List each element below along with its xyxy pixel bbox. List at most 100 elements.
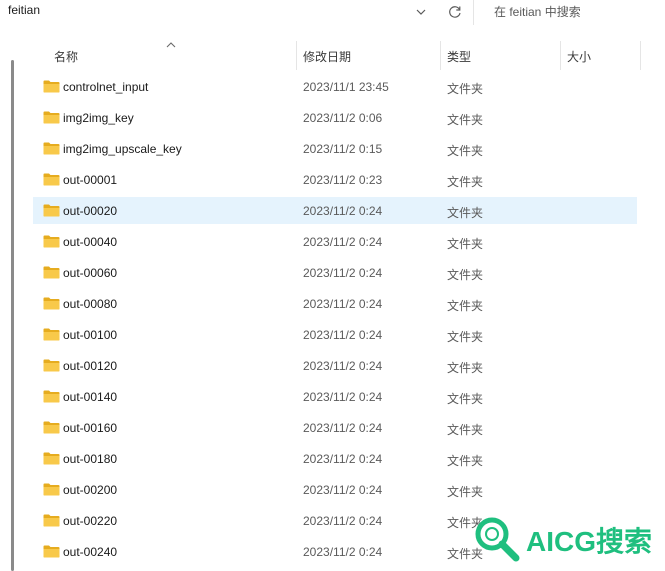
folder-icon (43, 204, 60, 217)
folder-icon (43, 297, 60, 310)
column-header-date[interactable]: 修改日期 (303, 48, 351, 65)
folder-icon (43, 483, 60, 496)
file-type: 文件夹 (447, 82, 484, 96)
file-name: out-00240 (63, 545, 118, 559)
file-date: 2023/11/2 0:24 (303, 390, 383, 404)
file-type: 文件夹 (447, 206, 484, 220)
folder-icon (43, 514, 60, 527)
file-date: 2023/11/2 0:24 (303, 204, 383, 218)
file-row[interactable]: out-00001 2023/11/2 0:23 文件夹 (33, 166, 637, 193)
file-row[interactable]: out-00020 2023/11/2 0:24 文件夹 (33, 197, 637, 224)
file-name: out-00040 (63, 235, 118, 249)
file-type: 文件夹 (447, 454, 484, 468)
file-name: out-00060 (63, 266, 118, 280)
file-date: 2023/11/2 0:24 (303, 359, 383, 373)
folder-icon (43, 328, 60, 341)
file-name: out-00001 (63, 173, 118, 187)
watermark-text: AICG搜索 (526, 526, 653, 557)
column-divider[interactable] (440, 41, 441, 70)
file-type: 文件夹 (447, 113, 484, 127)
file-date: 2023/11/2 0:24 (303, 235, 383, 249)
file-type: 文件夹 (447, 237, 484, 251)
file-name: out-00180 (63, 452, 118, 466)
file-type: 文件夹 (447, 361, 484, 375)
navigation-pane (0, 40, 20, 571)
file-date: 2023/11/2 0:24 (303, 514, 383, 528)
refresh-icon[interactable] (444, 1, 466, 23)
folder-icon (43, 142, 60, 155)
folder-icon (43, 173, 60, 186)
search-input[interactable]: 在 feitian 中搜索 (485, 0, 665, 25)
folder-icon (43, 235, 60, 248)
file-date: 2023/11/1 23:45 (303, 80, 389, 94)
file-date: 2023/11/2 0:24 (303, 452, 383, 466)
file-type: 文件夹 (447, 268, 484, 282)
file-row[interactable]: out-00080 2023/11/2 0:24 文件夹 (33, 290, 637, 317)
file-row[interactable]: out-00040 2023/11/2 0:24 文件夹 (33, 228, 637, 255)
file-name: img2img_key (63, 111, 134, 125)
file-date: 2023/11/2 0:24 (303, 545, 383, 559)
sort-up-icon (166, 37, 176, 48)
file-name: img2img_upscale_key (63, 142, 182, 156)
file-date: 2023/11/2 0:24 (303, 266, 383, 280)
file-date: 2023/11/2 0:23 (303, 173, 383, 187)
search-placeholder: 在 feitian 中搜索 (494, 5, 581, 19)
file-row[interactable]: out-00120 2023/11/2 0:24 文件夹 (33, 352, 637, 379)
folder-icon (43, 421, 60, 434)
watermark: AICG搜索 (470, 512, 665, 564)
folder-icon (43, 359, 60, 372)
file-type: 文件夹 (447, 144, 484, 158)
address-path: feitian (8, 3, 41, 17)
file-type: 文件夹 (447, 299, 484, 313)
column-header: 名称 修改日期 类型 大小 (20, 41, 665, 70)
magnifier-logo-icon (472, 514, 522, 565)
file-row[interactable]: out-00180 2023/11/2 0:24 文件夹 (33, 445, 637, 472)
column-divider[interactable] (560, 41, 561, 70)
chevron-down-icon[interactable] (410, 1, 432, 23)
file-name: out-00120 (63, 359, 118, 373)
file-date: 2023/11/2 0:06 (303, 111, 383, 125)
file-row[interactable]: out-00160 2023/11/2 0:24 文件夹 (33, 414, 637, 441)
file-name: out-00140 (63, 390, 118, 404)
file-date: 2023/11/2 0:15 (303, 142, 383, 156)
file-row[interactable]: out-00140 2023/11/2 0:24 文件夹 (33, 383, 637, 410)
file-type: 文件夹 (447, 485, 484, 499)
address-bar[interactable]: feitian (0, 0, 438, 25)
file-row[interactable]: out-00100 2023/11/2 0:24 文件夹 (33, 321, 637, 348)
file-name: out-00100 (63, 328, 118, 342)
file-row[interactable]: out-00200 2023/11/2 0:24 文件夹 (33, 476, 637, 503)
file-row[interactable]: img2img_upscale_key 2023/11/2 0:15 文件夹 (33, 135, 637, 162)
file-type: 文件夹 (447, 423, 484, 437)
column-divider[interactable] (296, 41, 297, 70)
folder-icon (43, 266, 60, 279)
file-name: out-00080 (63, 297, 118, 311)
navigation-scrollbar[interactable] (11, 60, 14, 571)
folder-icon (43, 390, 60, 403)
toolbar-spacer (0, 26, 665, 40)
file-name: controlnet_input (63, 80, 149, 94)
file-date: 2023/11/2 0:24 (303, 421, 383, 435)
toolbar-divider (473, 0, 474, 25)
column-header-type[interactable]: 类型 (447, 48, 471, 65)
address-toolbar: feitian 在 feitian 中搜索 (0, 0, 665, 27)
file-row[interactable]: controlnet_input 2023/11/1 23:45 文件夹 (33, 73, 637, 100)
file-row[interactable]: img2img_key 2023/11/2 0:06 文件夹 (33, 104, 637, 131)
column-header-size[interactable]: 大小 (567, 48, 591, 65)
column-divider[interactable] (640, 41, 641, 70)
file-row[interactable]: out-00060 2023/11/2 0:24 文件夹 (33, 259, 637, 286)
folder-icon (43, 111, 60, 124)
file-type: 文件夹 (447, 392, 484, 406)
file-name: out-00220 (63, 514, 118, 528)
folder-icon (43, 80, 60, 93)
file-name: out-00020 (63, 204, 118, 218)
file-date: 2023/11/2 0:24 (303, 297, 383, 311)
folder-icon (43, 545, 60, 558)
file-date: 2023/11/2 0:24 (303, 483, 383, 497)
file-type: 文件夹 (447, 175, 484, 189)
column-header-name[interactable]: 名称 (54, 48, 78, 65)
file-type: 文件夹 (447, 330, 484, 344)
file-name: out-00160 (63, 421, 118, 435)
folder-icon (43, 452, 60, 465)
file-name: out-00200 (63, 483, 118, 497)
file-date: 2023/11/2 0:24 (303, 328, 383, 342)
